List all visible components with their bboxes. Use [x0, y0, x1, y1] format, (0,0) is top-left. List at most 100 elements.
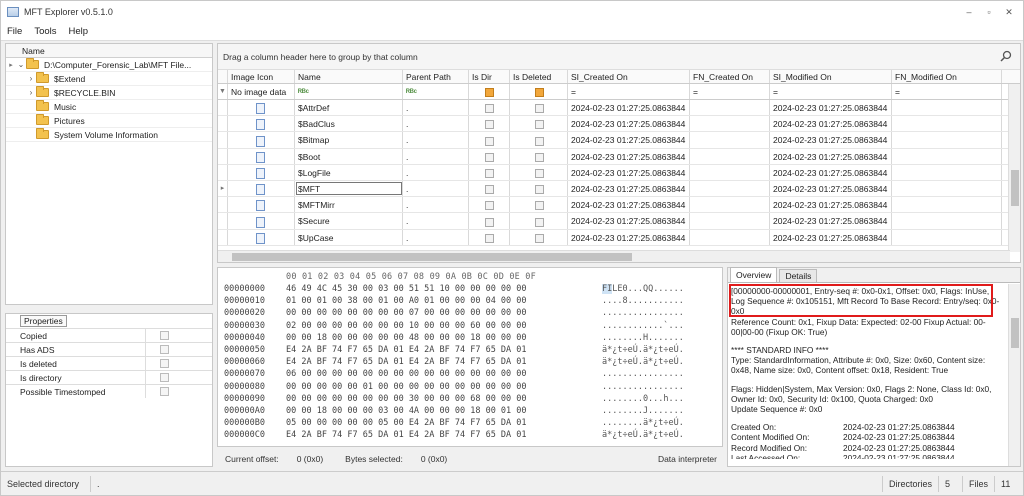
cell-parent-path[interactable]: . [403, 148, 469, 164]
table-row[interactable]: $LogFile. 2024-02-23 01:27:25.0863844 2024… [218, 164, 1020, 181]
hex-bytes[interactable]: 05 00 00 00 00 00 05 00 E4 2A BF 74 F7 6… [286, 418, 602, 429]
hex-ascii[interactable]: ....8........... [602, 296, 684, 307]
cell-fn-created[interactable] [690, 148, 770, 164]
hex-row[interactable]: 000000B0 05 00 00 00 00 00 05 00 E4 2A BF… [224, 418, 684, 429]
cell-si-created[interactable]: 2024-02-23 01:27:25.0863844 [568, 164, 690, 180]
cell-name[interactable]: $LogFile [295, 164, 403, 180]
cell-si-modified[interactable]: 2024-02-23 01:27:25.0863844 [770, 164, 892, 180]
property-checkbox[interactable] [160, 331, 169, 340]
table-row[interactable]: $Secure. 2024-02-23 01:27:25.0863844 2024-… [218, 213, 1020, 230]
cell-si-created[interactable]: 2024-02-23 01:27:25.0863844 [568, 100, 690, 116]
column-fn-created[interactable]: FN_Created On [690, 70, 770, 83]
hex-ascii[interactable]: ................ [602, 382, 684, 393]
column-is-dir[interactable]: Is Dir [469, 70, 510, 83]
hex-bytes[interactable]: E4 2A BF 74 F7 65 DA 01 E4 2A BF 74 F7 6… [286, 357, 602, 368]
cell-fn-modified[interactable] [892, 148, 1002, 164]
cell-si-modified[interactable]: 2024-02-23 01:27:25.0863844 [770, 116, 892, 132]
hex-row[interactable]: 00000080 00 00 00 00 00 01 00 00 00 00 00… [224, 382, 684, 393]
property-checkbox[interactable] [160, 373, 169, 382]
cell-parent-path[interactable]: . [403, 116, 469, 132]
group-by-bar[interactable]: Drag a column header here to group by th… [218, 44, 1020, 70]
cell-parent-path[interactable]: . [403, 164, 469, 180]
cell-fn-created[interactable] [690, 197, 770, 213]
data-interpreter-button[interactable]: Data interpreter [658, 454, 717, 464]
cell-parent-path[interactable]: . [403, 197, 469, 213]
hex-row[interactable]: 00000020 00 00 00 00 00 00 00 00 07 00 00… [224, 308, 684, 319]
cell-name[interactable]: $BadClus [295, 116, 403, 132]
cell-fn-created[interactable] [690, 213, 770, 229]
hex-ascii[interactable]: ä*¿t÷eÚ.ä*¿t÷eÚ. [602, 430, 684, 441]
table-row[interactable]: ▸ $MFT. 2024-02-23 01:27:25.0863844 2024-02… [218, 180, 1020, 198]
scroll-thumb[interactable] [232, 253, 632, 261]
search-icon[interactable] [1000, 50, 1012, 62]
cell-fn-created[interactable] [690, 100, 770, 116]
cell-fn-modified[interactable] [892, 164, 1002, 180]
menu-file[interactable]: File [1, 26, 28, 37]
hex-ascii[interactable]: ........H....... [602, 333, 684, 344]
cell-fn-created[interactable] [690, 229, 770, 245]
hex-ascii[interactable]: ........ä*¿t÷eÚ. [602, 418, 684, 429]
hex-row[interactable]: 000000C0 E4 2A BF 74 F7 65 DA 01 E4 2A BF… [224, 430, 684, 441]
tab-overview[interactable]: Overview [730, 267, 778, 282]
expand-icon[interactable]: › [26, 88, 36, 97]
cell-si-modified[interactable]: 2024-02-23 01:27:25.0863844 [770, 229, 892, 245]
hex-row[interactable]: 00000000 46 49 4C 45 30 00 03 00 51 51 10… [224, 284, 684, 295]
scroll-thumb[interactable] [1011, 318, 1019, 348]
cell-parent-path[interactable]: . [403, 132, 469, 148]
hex-ascii[interactable]: ................ [602, 369, 684, 380]
hex-row[interactable]: 00000010 01 00 01 00 38 00 01 00 A0 01 00… [224, 296, 684, 307]
cell-name[interactable]: $MFT [295, 180, 403, 197]
column-fn-modified[interactable]: FN_Modified On [892, 70, 1002, 83]
hex-bytes[interactable]: E4 2A BF 74 F7 65 DA 01 E4 2A BF 74 F7 6… [286, 430, 602, 441]
cell-fn-modified[interactable] [892, 100, 1002, 116]
cell-si-modified[interactable]: 2024-02-23 01:27:25.0863844 [770, 180, 892, 197]
tree-item-system-volume-information[interactable]: System Volume Information [6, 128, 212, 142]
cell-si-modified[interactable]: 2024-02-23 01:27:25.0863844 [770, 197, 892, 213]
filter-fn-created[interactable]: = [690, 84, 770, 99]
hex-bytes[interactable]: 01 00 01 00 38 00 01 00 A0 01 00 00 00 0… [286, 296, 602, 307]
hex-viewer[interactable]: 00 01 02 03 04 05 06 07 08 09 0A 0B 0C 0… [217, 267, 723, 447]
cell-name[interactable]: $Secure [295, 213, 403, 229]
grid-vertical-scrollbar[interactable] [1008, 84, 1020, 252]
cell-name[interactable]: $UpCase [295, 229, 403, 245]
tree-item-music[interactable]: Music [6, 100, 212, 114]
cell-fn-created[interactable] [690, 132, 770, 148]
hex-bytes[interactable]: 46 49 4C 45 30 00 03 00 51 51 10 00 00 0… [286, 284, 602, 295]
cell-fn-modified[interactable] [892, 213, 1002, 229]
details-vertical-scrollbar[interactable] [1008, 284, 1020, 466]
close-button[interactable]: ✕ [1001, 5, 1017, 19]
cell-fn-modified[interactable] [892, 229, 1002, 245]
hex-ascii[interactable]: ................ [602, 308, 684, 319]
cell-parent-path[interactable]: . [403, 180, 469, 197]
cell-fn-created[interactable] [690, 180, 770, 197]
hex-row[interactable]: 00000030 02 00 00 00 00 00 00 00 10 00 00… [224, 321, 684, 332]
table-row[interactable]: $Boot. 2024-02-23 01:27:25.0863844 2024-02… [218, 148, 1020, 165]
column-is-deleted[interactable]: Is Deleted [510, 70, 568, 83]
cell-fn-created[interactable] [690, 116, 770, 132]
hex-row[interactable]: 00000050 E4 2A BF 74 F7 65 DA 01 E4 2A BF… [224, 345, 684, 356]
hex-ascii[interactable]: ............`... [602, 321, 684, 332]
column-name[interactable]: Name [295, 70, 403, 83]
filter-si-modified[interactable]: = [770, 84, 892, 99]
tree-item-recycle-bin[interactable]: › $RECYCLE.BIN [6, 86, 212, 100]
hex-row[interactable]: 00000060 E4 2A BF 74 F7 65 DA 01 E4 2A BF… [224, 357, 684, 368]
hex-bytes[interactable]: 00 00 00 00 00 00 00 00 30 00 00 00 68 0… [286, 394, 602, 405]
hex-row[interactable]: 00000090 00 00 00 00 00 00 00 00 30 00 00… [224, 394, 684, 405]
cell-name[interactable]: $AttrDef [295, 100, 403, 116]
hex-bytes[interactable]: 00 00 18 00 00 00 03 00 4A 00 00 00 18 0… [286, 406, 602, 417]
tree-root-row[interactable]: ▸ ⌄ D:\Computer_Forensic_Lab\MFT File... [6, 58, 212, 72]
property-checkbox[interactable] [160, 387, 169, 396]
cell-name[interactable]: $Bitmap [295, 132, 403, 148]
column-si-modified[interactable]: SI_Modified On [770, 70, 892, 83]
cell-si-created[interactable]: 2024-02-23 01:27:25.0863844 [568, 132, 690, 148]
tree-item-extend[interactable]: › $Extend [6, 72, 212, 86]
hex-ascii[interactable]: ä*¿t÷eÚ.ä*¿t÷eÚ. [602, 345, 684, 356]
hex-row[interactable]: 00000070 06 00 00 00 00 00 00 00 00 00 00… [224, 369, 684, 380]
filter-fn-modified[interactable]: = [892, 84, 1002, 99]
filter-si-created[interactable]: = [568, 84, 690, 99]
cell-fn-modified[interactable] [892, 197, 1002, 213]
hex-ascii[interactable]: ........0...h... [602, 394, 684, 405]
filter-image-icon[interactable]: No image data [228, 84, 295, 99]
column-image-icon[interactable]: Image Icon [228, 70, 295, 83]
cell-parent-path[interactable]: . [403, 100, 469, 116]
